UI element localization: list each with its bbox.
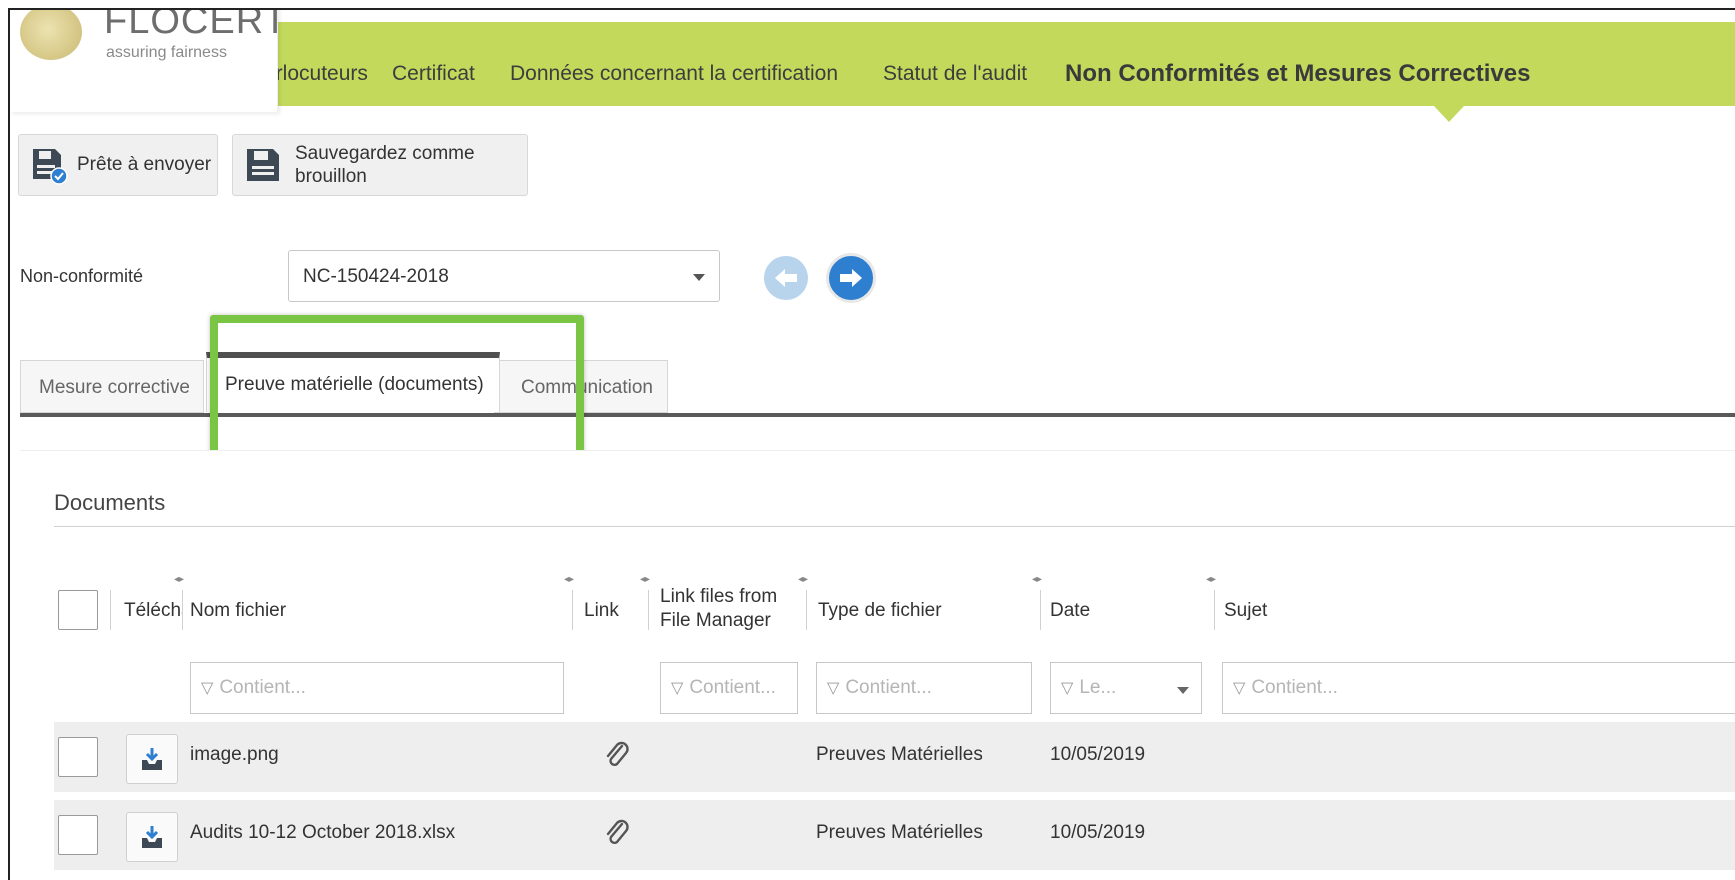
- column-header-link-files-line2[interactable]: File Manager: [660, 610, 771, 632]
- ready-to-send-label: Prête à envoyer: [77, 154, 212, 175]
- save-icon: [243, 145, 283, 185]
- column-separator: [648, 590, 649, 630]
- paperclip-icon[interactable]: [604, 740, 630, 775]
- active-tab-indicator: [1434, 106, 1464, 122]
- column-header-subject[interactable]: Sujet: [1224, 600, 1267, 622]
- column-resize-icon[interactable]: ◂▸: [798, 574, 808, 585]
- app-frame: erlocuteurs Certificat Données concernan…: [8, 8, 1735, 880]
- column-header-date[interactable]: Date: [1050, 600, 1090, 622]
- previous-button[interactable]: [764, 256, 808, 300]
- tab-communication[interactable]: Communication: [494, 360, 668, 413]
- nav-tab-interlocuteurs[interactable]: erlocuteurs: [264, 62, 368, 86]
- paperclip-icon[interactable]: [604, 818, 630, 853]
- nav-tab-non-conformites[interactable]: Non Conformités et Mesures Correctives: [1065, 60, 1530, 88]
- column-resize-icon[interactable]: ◂▸: [1206, 574, 1216, 585]
- column-separator: [182, 590, 183, 630]
- filter-placeholder: Contient...: [845, 677, 932, 698]
- download-button[interactable]: [126, 734, 178, 784]
- nonconformity-label: Non-conformité: [20, 266, 144, 286]
- column-header-download[interactable]: Télécha: [124, 600, 182, 622]
- save-check-icon: [29, 145, 69, 185]
- download-icon: [142, 748, 162, 770]
- filter-icon: ▽: [1061, 680, 1074, 697]
- row-checkbox[interactable]: [58, 737, 98, 777]
- tab-mesure-corrective[interactable]: Mesure corrective: [20, 360, 204, 413]
- row-filename: image.png: [190, 744, 279, 765]
- row-file-type: Preuves Matérielles: [816, 744, 983, 765]
- logo[interactable]: FLOCERT assuring fairness: [10, 10, 287, 112]
- logo-tagline: assuring fairness: [106, 44, 227, 61]
- documents-divider: [54, 526, 1735, 527]
- filename-filter-input[interactable]: ▽ Contient...: [190, 662, 564, 714]
- row-checkbox[interactable]: [58, 815, 98, 855]
- column-resize-icon[interactable]: ◂▸: [564, 574, 574, 585]
- select-all-checkbox[interactable]: [58, 590, 98, 630]
- column-separator: [1040, 590, 1041, 630]
- filter-placeholder: Le...: [1079, 677, 1117, 698]
- save-draft-label: Sauvegardez comme brouillon: [295, 143, 475, 187]
- ready-to-send-button[interactable]: Prête à envoyer: [18, 134, 218, 196]
- column-resize-icon[interactable]: ◂▸: [1032, 574, 1042, 585]
- nav-tab-statut-audit[interactable]: Statut de l'audit: [883, 62, 1027, 86]
- filter-placeholder: Contient...: [1251, 677, 1338, 698]
- nav-tab-donnees-certification[interactable]: Données concernant la certification: [510, 62, 838, 86]
- filter-icon: ▽: [827, 680, 840, 697]
- filter-icon: ▽: [201, 680, 214, 697]
- arrow-left-icon: [775, 269, 797, 287]
- column-separator: [1214, 590, 1215, 630]
- nav-tab-certificat[interactable]: Certificat: [392, 62, 475, 86]
- logo-brand: FLOCERT: [104, 8, 288, 42]
- column-separator: [806, 590, 807, 630]
- link-files-filter-input[interactable]: ▽ Contient...: [660, 662, 798, 714]
- nonconformity-select-value: NC-150424-2018: [303, 266, 449, 287]
- row-date: 10/05/2019: [1050, 744, 1146, 765]
- tabs-underline: [20, 413, 1735, 417]
- column-header-link-files-line1[interactable]: Link files from: [660, 586, 777, 608]
- column-resize-icon[interactable]: ◂▸: [640, 574, 650, 585]
- flocert-emblem-icon: [20, 10, 82, 60]
- tab-preuve-materielle[interactable]: Preuve matérielle (documents): [206, 352, 500, 412]
- documents-title: Documents: [54, 490, 166, 515]
- date-filter-select[interactable]: ▽ Le...: [1050, 662, 1202, 714]
- filter-icon: ▽: [1233, 680, 1246, 697]
- row-file-type: Preuves Matérielles: [816, 822, 983, 843]
- chevron-down-icon: [1177, 687, 1189, 694]
- download-icon: [142, 826, 162, 848]
- row-date: 10/05/2019: [1050, 822, 1146, 843]
- column-header-filename[interactable]: Nom fichier: [190, 600, 286, 622]
- next-button[interactable]: [826, 253, 876, 303]
- filter-icon: ▽: [671, 680, 684, 697]
- table-row[interactable]: image.png Preuves Matérielles 10/05/2019: [54, 722, 1735, 792]
- column-header-type[interactable]: Type de fichier: [818, 600, 942, 622]
- arrow-right-icon: [840, 269, 862, 287]
- column-header-link[interactable]: Link: [584, 600, 619, 622]
- download-button[interactable]: [126, 812, 178, 862]
- column-separator: [110, 590, 111, 630]
- subject-filter-input[interactable]: ▽ Contient...: [1222, 662, 1735, 714]
- nonconformity-select[interactable]: NC-150424-2018: [288, 250, 720, 302]
- column-resize-icon[interactable]: ◂▸: [174, 574, 184, 585]
- table-row[interactable]: Audits 10-12 October 2018.xlsx Preuves M…: [54, 800, 1735, 870]
- filter-placeholder: Contient...: [689, 677, 776, 698]
- filter-placeholder: Contient...: [219, 677, 306, 698]
- row-filename: Audits 10-12 October 2018.xlsx: [190, 822, 456, 843]
- type-filter-input[interactable]: ▽ Contient...: [816, 662, 1032, 714]
- chevron-down-icon: [693, 274, 705, 281]
- column-separator: [572, 590, 573, 630]
- save-draft-button[interactable]: Sauvegardez comme brouillon: [232, 134, 528, 196]
